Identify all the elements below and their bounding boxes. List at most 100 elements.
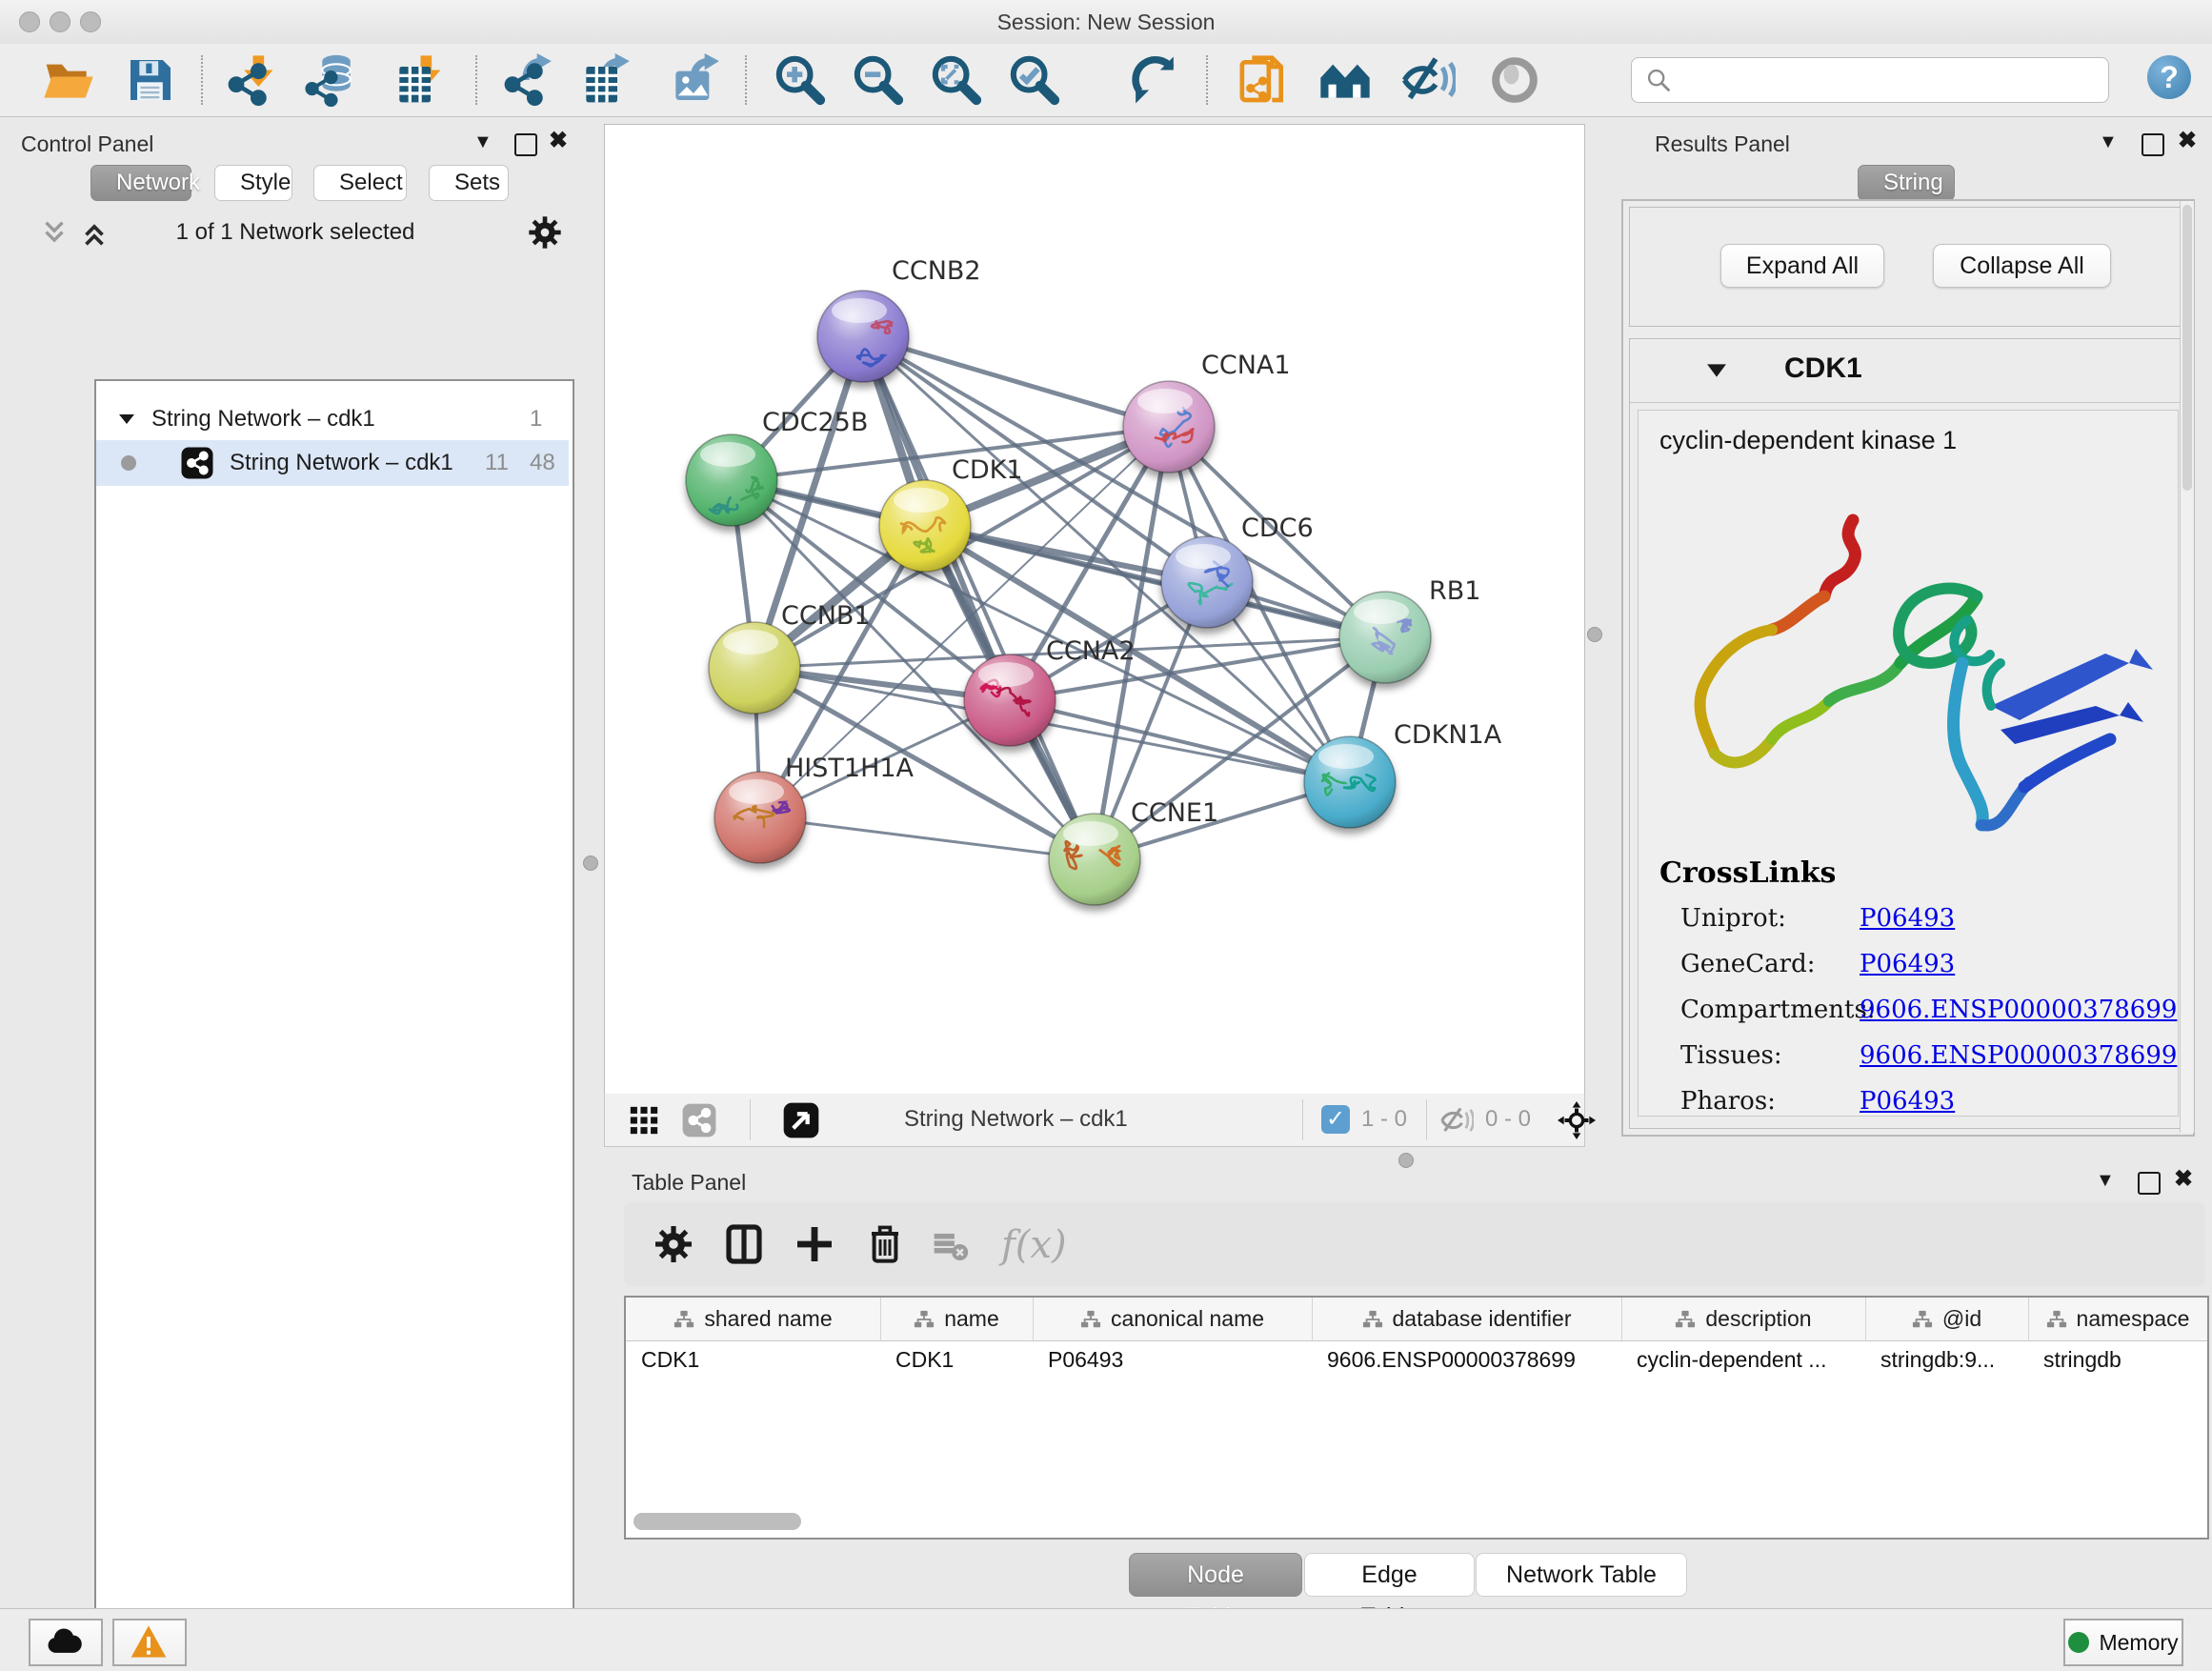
zoom-in-icon[interactable] xyxy=(774,53,827,107)
control-panel-float-icon[interactable] xyxy=(514,133,537,156)
search-input[interactable] xyxy=(1631,57,2109,103)
tab-style[interactable]: Style xyxy=(214,165,292,201)
expand-all-chevron-icon[interactable] xyxy=(78,217,111,250)
export-network-icon[interactable] xyxy=(499,53,553,107)
zoom-out-icon[interactable] xyxy=(852,53,905,107)
results-scrollbar[interactable] xyxy=(2180,201,2194,1133)
node-CDC6[interactable]: CDC6 xyxy=(1161,513,1314,628)
entry-header[interactable]: CDK1 xyxy=(1630,339,2184,403)
grid-view-icon[interactable] xyxy=(628,1104,660,1137)
delete-column-icon[interactable] xyxy=(862,1221,908,1267)
tab-edge-table[interactable]: Edge Table xyxy=(1304,1553,1475,1597)
crosslink-uniprot-link[interactable]: P06493 xyxy=(1860,904,1955,933)
results-panel-float-icon[interactable] xyxy=(2142,133,2164,156)
table-cell[interactable]: CDK1 xyxy=(641,1347,699,1373)
cloud-button[interactable] xyxy=(29,1619,103,1666)
column-header[interactable]: canonical name xyxy=(1033,1298,1313,1340)
column-header[interactable]: database identifier xyxy=(1312,1298,1622,1340)
tab-sets[interactable]: Sets xyxy=(429,165,509,201)
eye-icon[interactable] xyxy=(1488,53,1541,107)
column-header[interactable]: @id xyxy=(1865,1298,2029,1340)
homes-icon[interactable] xyxy=(1318,53,1372,107)
table-cell[interactable]: cyclin-dependent ... xyxy=(1637,1347,1826,1373)
add-column-icon[interactable] xyxy=(792,1221,837,1267)
import-table-icon[interactable] xyxy=(391,53,444,107)
expand-all-button[interactable]: Expand All xyxy=(1720,244,1884,288)
table-cell[interactable]: stringdb:9... xyxy=(1880,1347,1995,1373)
tab-network-table[interactable]: Network Table xyxy=(1476,1553,1687,1597)
network-canvas[interactable]: CCNB2CCNA1CDC25BCDK1CDC6RB1CCNB1CCNA2CDK… xyxy=(604,124,1585,1096)
node-CDK1[interactable]: CDK1 xyxy=(879,455,1023,572)
node-HIST1H1A[interactable]: HIST1H1A xyxy=(714,754,915,863)
results-content: Expand All Collapse All CDK1 cyclin-depe… xyxy=(1621,199,2195,1137)
collapse-all-button[interactable]: Collapse All xyxy=(1933,244,2111,288)
network-row-selected[interactable]: String Network – cdk1 11 48 xyxy=(96,440,569,486)
table-cell[interactable]: CDK1 xyxy=(895,1347,954,1373)
open-folder-icon[interactable] xyxy=(42,53,95,107)
results-panel-collapse-icon[interactable]: ▼ xyxy=(2099,131,2118,153)
title-bar: Session: New Session xyxy=(0,0,2212,45)
node-RB1[interactable]: RB1 xyxy=(1339,576,1480,683)
table-panel-collapse-icon[interactable]: ▼ xyxy=(2096,1170,2115,1192)
table-cell[interactable]: stringdb xyxy=(2043,1347,2122,1373)
column-header[interactable]: shared name xyxy=(626,1298,881,1340)
crosslink-pharos-link[interactable]: P06493 xyxy=(1860,1087,1955,1116)
node-CCNB1[interactable]: CCNB1 xyxy=(709,601,871,714)
entry-disclosure-icon[interactable] xyxy=(1706,362,1727,379)
collapse-all-chevron-icon[interactable] xyxy=(38,217,70,250)
network-collection-row[interactable]: String Network – cdk1 1 xyxy=(96,398,569,440)
edge-HIST1H1A-CCNE1[interactable] xyxy=(760,817,1095,859)
zoom-fit-icon[interactable] xyxy=(930,53,983,107)
disclosure-triangle-icon[interactable] xyxy=(117,410,136,429)
birdseye-view-icon[interactable] xyxy=(782,1101,820,1139)
crosslink-compartments-link[interactable]: 9606.ENSP00000378699 xyxy=(1860,996,2177,1024)
table-hscrollbar-thumb[interactable] xyxy=(633,1513,801,1530)
table-options-gear-icon[interactable] xyxy=(651,1221,696,1267)
tab-select[interactable]: Select xyxy=(313,165,407,201)
control-panel-close-icon[interactable]: ✖ xyxy=(549,131,568,151)
node-label-CDKN1A: CDKN1A xyxy=(1394,720,1502,750)
import-network-icon[interactable] xyxy=(223,53,276,107)
network-graph[interactable]: CCNB2CCNA1CDC25BCDK1CDC6RB1CCNB1CCNA2CDK… xyxy=(605,125,1584,1095)
export-image-icon[interactable] xyxy=(667,53,720,107)
show-columns-icon[interactable] xyxy=(721,1221,767,1267)
hide-eye-icon[interactable] xyxy=(1402,53,1456,107)
warning-button[interactable] xyxy=(112,1619,187,1666)
edge-CCNB2-CCNA1[interactable] xyxy=(863,336,1169,427)
results-panel-close-icon[interactable]: ✖ xyxy=(2178,131,2197,151)
left-splitter-handle[interactable] xyxy=(583,856,598,871)
table-panel-close-icon[interactable]: ✖ xyxy=(2174,1170,2193,1189)
control-panel-collapse-icon[interactable]: ▼ xyxy=(473,131,493,153)
zoom-selected-icon[interactable] xyxy=(1008,53,1061,107)
table-cell[interactable]: P06493 xyxy=(1048,1347,1123,1373)
memory-button[interactable]: Memory xyxy=(2063,1619,2183,1666)
help-icon[interactable]: ? xyxy=(2147,55,2191,99)
refresh-icon[interactable] xyxy=(1128,53,1181,107)
crosslink-genecard-link[interactable]: P06493 xyxy=(1860,950,1955,978)
results-panel: Results Panel ▼ ✖ String Expand All Coll… xyxy=(1608,124,2212,1153)
tab-network[interactable]: Network xyxy=(90,165,191,201)
node-CDKN1A[interactable]: CDKN1A xyxy=(1304,720,1502,828)
column-header[interactable]: namespace xyxy=(2028,1298,2208,1340)
fit-content-crosshair-icon[interactable] xyxy=(1558,1101,1596,1139)
tab-node-table[interactable]: Node Table xyxy=(1129,1553,1302,1597)
right-splitter-handle[interactable] xyxy=(1587,627,1602,642)
column-header[interactable]: description xyxy=(1621,1298,1866,1340)
results-scrollbar-thumb[interactable] xyxy=(2182,205,2192,491)
share-view-icon[interactable] xyxy=(681,1102,717,1138)
import-database-icon[interactable] xyxy=(303,53,356,107)
node-CCNA1[interactable]: CCNA1 xyxy=(1123,351,1291,473)
memory-label: Memory xyxy=(2099,1630,2178,1656)
crosslink-label: Uniprot: xyxy=(1680,904,1786,933)
edge-CDK1-RB1[interactable] xyxy=(925,526,1385,637)
export-table-icon[interactable] xyxy=(577,53,631,107)
tab-string[interactable]: String xyxy=(1858,165,1955,201)
table-panel-float-icon[interactable] xyxy=(2138,1172,2161,1195)
network-options-gear-icon[interactable] xyxy=(526,213,564,252)
document-share-icon[interactable] xyxy=(1237,53,1290,107)
save-icon[interactable] xyxy=(124,53,177,107)
crosslink-tissues-link[interactable]: 9606.ENSP00000378699 xyxy=(1860,1041,2177,1070)
table-cell[interactable]: 9606.ENSP00000378699 xyxy=(1327,1347,1576,1373)
column-header[interactable]: name xyxy=(880,1298,1034,1340)
selected-checkbox-icon[interactable]: ✓ xyxy=(1321,1105,1350,1134)
